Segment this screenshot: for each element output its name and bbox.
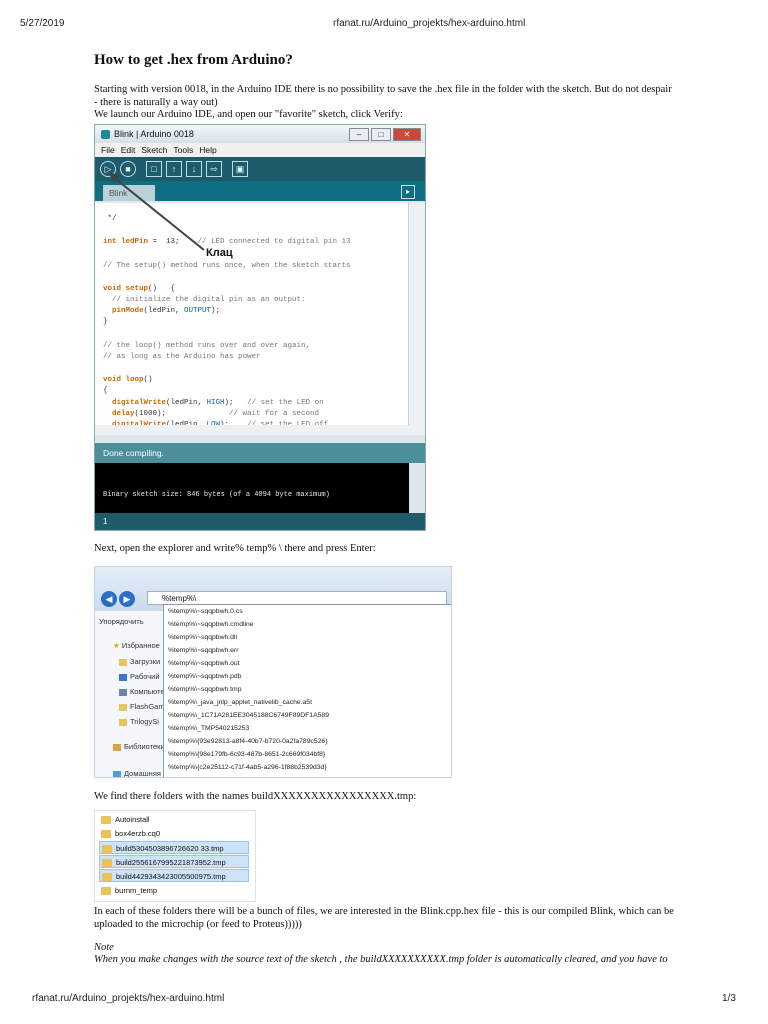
folder-icon [119, 658, 127, 666]
folder-row[interactable]: Autoinstall [99, 813, 249, 826]
star-icon: ★ [113, 641, 120, 650]
sidebar-item-downloads[interactable]: Загрузки [119, 657, 160, 666]
compile-status: Done compiling. [95, 443, 425, 463]
sidebar-item-homegroup[interactable]: Домашняя [113, 769, 161, 777]
intro-paragraph: Starting with version 0018, in the Ardui… [94, 84, 672, 108]
autocomplete-option[interactable]: %temp%\~sqqpbwh.tmp [168, 686, 241, 693]
sidebar-item-flashgame[interactable]: FlashGame [119, 702, 169, 711]
code-line: digitalWrite(ledPin, HIGH); // set the L… [103, 399, 324, 407]
folder-row[interactable]: box4erzb.cq0 [99, 827, 249, 840]
annotation-label: Клац [206, 247, 233, 259]
autocomplete-option[interactable]: %temp%\~sqqpbwh.out [168, 660, 240, 667]
autocomplete-option[interactable]: %temp%\~sqqpbwh.pdb [168, 673, 242, 680]
code-line: void setup() { [103, 285, 176, 293]
folder-icon [102, 873, 112, 882]
autocomplete-option[interactable]: %temp%\_java_jnlp_applet_nativelib_cache… [168, 699, 312, 706]
folder-row-selected[interactable]: build5304503896726620 33.tmp [99, 841, 249, 854]
ide-line-number: 1 [95, 513, 425, 530]
autocomplete-option[interactable]: %temp%\~sqqpbwh.err [168, 647, 238, 654]
explorer-paragraph: Next, open the explorer and write% temp%… [94, 543, 376, 554]
folder-icon [102, 859, 112, 868]
note-heading: Note [94, 942, 114, 953]
page-number: 1/3 [722, 993, 736, 1004]
autocomplete-option[interactable]: %temp%\{c2e25112-c71f-4ab5-a296-1f88b253… [168, 764, 327, 771]
code-line: { [103, 387, 108, 395]
forward-arrow-icon[interactable]: ▶ [119, 591, 135, 607]
ide-console: Binary sketch size: 846 bytes (of a 4094… [95, 463, 409, 513]
sidebar-item-desktop[interactable]: Рабочий [119, 672, 160, 681]
folder-row-selected[interactable]: build2556167995221873952.tmp [99, 855, 249, 868]
code-line: // the loop() method runs over and over … [103, 342, 311, 350]
code-line: // initialize the digital pin as an outp… [103, 296, 306, 304]
autocomplete-option[interactable]: %temp%\_TMP540215253 [168, 725, 249, 732]
autocomplete-option[interactable]: %temp%\~sqqpbwh.cmdline [168, 621, 254, 628]
explorer-sidebar: Упорядочить ★ Избранное Загрузки Рабочий… [95, 611, 169, 777]
folder-row[interactable]: burnm_temp [99, 884, 249, 897]
organize-menu[interactable]: Упорядочить [99, 617, 144, 626]
autocomplete-option[interactable]: %temp%\~sqqpbwh.dll [168, 634, 237, 641]
note-text: When you make changes with the source te… [94, 954, 668, 965]
folder-icon [119, 703, 127, 711]
annotation-arrow [108, 172, 205, 251]
console-output: Binary sketch size: 846 bytes (of a 4094… [103, 491, 330, 499]
hex-file-paragraph: In each of these folders there will be a… [94, 906, 674, 930]
folder-icon [101, 816, 111, 825]
sidebar-item-trilogy[interactable]: TrilogySi [119, 717, 159, 726]
temp-folder-list: Autoinstall box4erzb.cq0 build5304503896… [94, 810, 256, 902]
computer-icon [119, 688, 127, 696]
code-line: } [103, 318, 108, 326]
editor-horizontal-scrollbar[interactable] [95, 425, 409, 435]
sidebar-item-favorites[interactable]: ★ Избранное [113, 641, 160, 650]
folder-icon [101, 830, 111, 839]
autocomplete-option[interactable]: %temp%\{98e179fb-6c93-487b-8651-2c669f03… [168, 751, 325, 758]
address-bar[interactable]: %temp%\ [147, 591, 447, 605]
launch-paragraph: We launch our Arduino IDE, and open our … [94, 109, 403, 120]
code-line: pinMode(ledPin, OUTPUT); [103, 307, 221, 315]
code-line: // as long as the Arduino has power [103, 353, 261, 361]
code-line: void loop() [103, 376, 153, 384]
desktop-icon [119, 673, 127, 681]
print-url: rfanat.ru/Arduino_projekts/hex-arduino.h… [333, 18, 526, 29]
autocomplete-option[interactable]: %temp%\_1C71A281EE3045188C6749F89DF1A589 [168, 712, 329, 719]
address-autocomplete-dropdown: %temp%\~sqqpbwh.0.cs %temp%\~sqqpbwh.cmd… [163, 604, 451, 777]
folder-icon [101, 887, 111, 896]
print-date: 5/27/2019 [20, 18, 65, 29]
back-arrow-icon[interactable]: ◀ [101, 591, 117, 607]
library-icon [113, 743, 121, 751]
autocomplete-option[interactable]: %temp%\{93e92813-a8f4-40b7-b720-0a2fa789… [168, 738, 327, 745]
page-title: How to get .hex from Arduino? [94, 52, 293, 68]
folder-icon [119, 718, 127, 726]
autocomplete-option[interactable]: %temp%\~sqqpbwh.0.cs [168, 608, 243, 615]
sidebar-item-computer[interactable]: Компьютер [119, 687, 169, 696]
homegroup-icon [113, 770, 121, 777]
code-line: delay(1000); // wait for a second [103, 410, 320, 418]
explorer-window: ◀ ▶ %temp%\ Упорядочить ★ Избранное Загр… [94, 566, 452, 778]
footer-url: rfanat.ru/Arduino_projekts/hex-arduino.h… [32, 993, 225, 1004]
folder-row-selected[interactable]: build4429343423005500975.tmp [99, 869, 249, 882]
folders-paragraph: We find there folders with the names bui… [94, 791, 417, 802]
folder-icon [102, 845, 112, 854]
sidebar-item-libraries[interactable]: Библиотеки [113, 742, 165, 751]
